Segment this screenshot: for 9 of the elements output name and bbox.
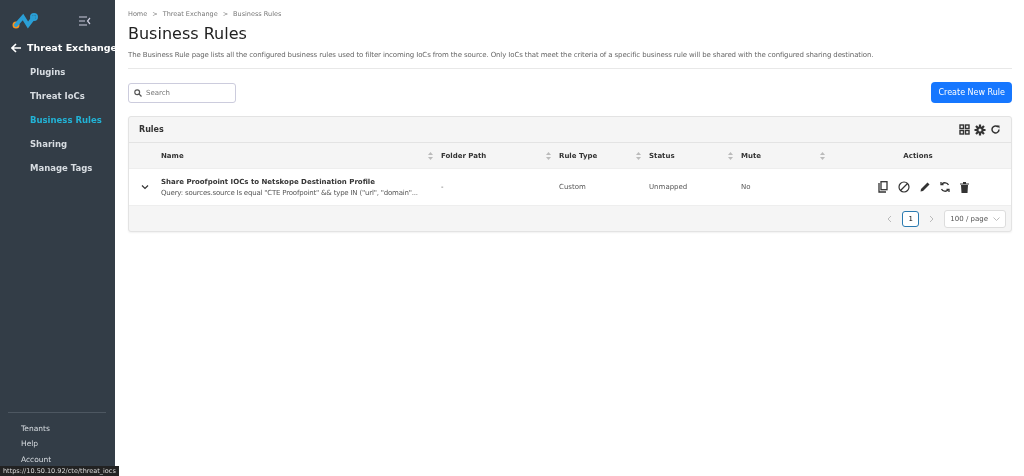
sidebar-item[interactable]: Threat IoCs	[0, 91, 115, 102]
create-new-rule-button[interactable]: Create New Rule	[931, 82, 1012, 103]
section-title: Threat Exchange	[27, 42, 118, 53]
page-title: Business Rules	[128, 24, 248, 43]
sidebar-item[interactable]: Plugins	[0, 67, 115, 78]
sidebar-item[interactable]: Sharing	[0, 139, 115, 150]
sidebar-item[interactable]: Manage Tags	[0, 163, 115, 174]
table-title: Rules	[139, 125, 164, 134]
sidebar-item[interactable]: Business Rules	[0, 115, 115, 126]
